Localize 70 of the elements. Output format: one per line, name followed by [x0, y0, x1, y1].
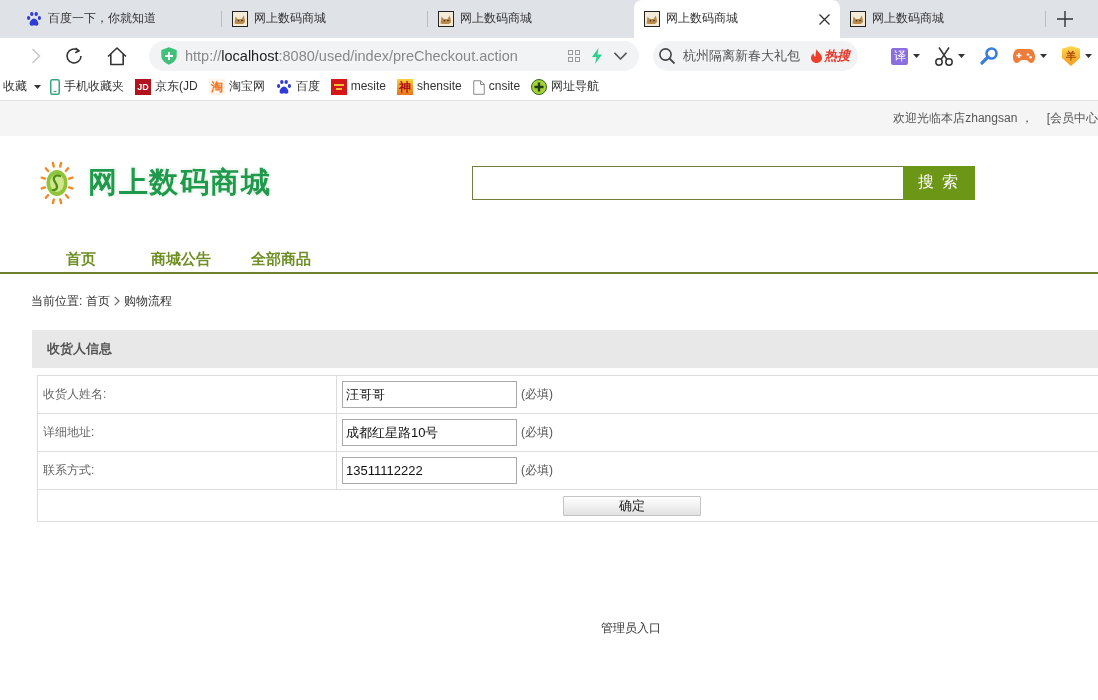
page-icon — [472, 79, 485, 95]
breadcrumb-link[interactable]: 首页 — [86, 293, 111, 309]
bookmark-link[interactable]: 淘 淘宝网 — [208, 79, 265, 95]
admin-entry-link[interactable]: 管理员入口 — [601, 621, 661, 635]
search-field[interactable]: 杭州隔离新春大礼包 热搜 — [653, 41, 858, 71]
bookmark-link[interactable]: mesite — [330, 79, 386, 95]
paw-icon — [275, 79, 292, 95]
chevron-down-icon[interactable] — [614, 52, 627, 60]
cat-icon — [438, 11, 454, 27]
nav-link[interactable]: 商城公告 — [151, 250, 211, 267]
bookmark-link[interactable]: JD 京东(JD — [135, 79, 198, 95]
bookmarks-menu[interactable]: 收藏 — [3, 79, 41, 95]
required-note: (必填) — [521, 462, 553, 477]
tile-icon — [330, 79, 347, 95]
bookmark-link[interactable]: 手机收藏夹 — [50, 79, 124, 95]
browser-tab[interactable]: 网上数码商城 — [222, 0, 428, 38]
address-field[interactable]: http://localhost:8080/used/index/preCheckout.action — [149, 41, 639, 71]
caret-icon[interactable] — [958, 54, 965, 58]
magnifier-icon[interactable] — [980, 47, 998, 65]
nav-link[interactable]: 全部商品 — [251, 250, 311, 267]
phone-icon — [50, 79, 60, 95]
scissors-icon[interactable] — [935, 46, 953, 66]
chevron-icon — [114, 296, 121, 306]
caret-icon[interactable] — [913, 54, 920, 58]
sun-logo-icon — [40, 160, 74, 205]
bookmark-link[interactable]: 网址导航 — [531, 79, 600, 95]
browser-tab[interactable]: 网上数码商城 — [634, 0, 840, 38]
bookmark-link[interactable]: 神 shensite — [397, 79, 462, 95]
search-button[interactable]: 搜 索 — [903, 165, 975, 200]
search-input[interactable] — [472, 165, 903, 200]
caret-icon[interactable] — [34, 85, 41, 89]
fire-icon — [811, 49, 822, 63]
input-field[interactable]: 汪哥哥 — [342, 381, 517, 408]
browser-tab[interactable]: 网上数码商城 — [840, 0, 1046, 38]
bookmark-link[interactable]: 百度 — [275, 79, 320, 95]
plus-circle-icon — [531, 79, 548, 95]
shield-icon — [161, 47, 177, 65]
search-icon — [659, 48, 675, 64]
input-field[interactable]: 成都红星路10号 — [342, 419, 517, 446]
confirm-button[interactable]: 确定 — [563, 495, 701, 516]
bookmark-link[interactable]: cnsite — [472, 79, 521, 95]
input-field[interactable]: 13511112222 — [342, 457, 517, 484]
hot-search-link[interactable]: 热搜 — [811, 47, 850, 65]
nav-link[interactable]: 首页 — [66, 250, 96, 267]
home-icon[interactable] — [107, 46, 127, 66]
field-label: 联系方式: — [37, 451, 337, 490]
translate-button[interactable]: 译 — [891, 47, 908, 65]
cat-icon — [850, 11, 866, 27]
section-header: 收货人信息 — [32, 330, 1098, 368]
caret-icon[interactable] — [1040, 54, 1047, 58]
field-label: 详细地址: — [37, 413, 337, 452]
required-note: (必填) — [521, 386, 553, 401]
gamepad-icon[interactable] — [1013, 48, 1035, 64]
paw-icon — [26, 11, 42, 27]
browser-tab[interactable]: 网上数码商城 — [428, 0, 634, 38]
cat-icon — [232, 11, 248, 27]
close-icon[interactable] — [819, 13, 830, 25]
reload-icon[interactable] — [65, 47, 83, 65]
breadcrumb-current: 购物流程 — [124, 293, 173, 309]
member-center-link[interactable]: [会员中心 — [1046, 110, 1098, 127]
required-note: (必填) — [521, 424, 553, 439]
field-label: 收货人姓名: — [37, 375, 337, 414]
caret-icon[interactable] — [1085, 54, 1092, 58]
new-tab-icon[interactable] — [1057, 11, 1073, 27]
site-logo-text: 网上数码商城 — [88, 168, 271, 197]
welcome-text: 欢迎光临本店zhangsan ， — [893, 110, 1033, 127]
shield-button[interactable]: 羊 — [1062, 46, 1080, 66]
breadcrumb-label: 当前位置: — [31, 293, 83, 309]
cat-icon — [644, 11, 660, 27]
browser-tab[interactable]: 百度一下，你就知道 — [16, 0, 222, 38]
